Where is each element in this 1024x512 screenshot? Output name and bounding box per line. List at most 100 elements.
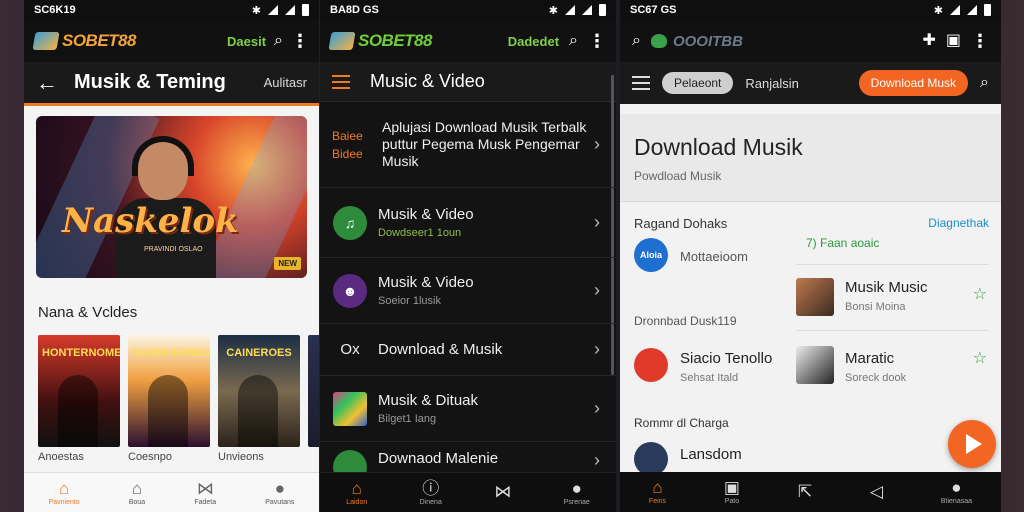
- back-arrow-icon[interactable]: ←: [36, 70, 58, 96]
- list-item[interactable]: Musik & Dituak Bilget1 Iang ›: [320, 376, 616, 442]
- poster-caption: Unvieons: [218, 451, 264, 463]
- channel-avatar[interactable]: [634, 348, 668, 382]
- list-item-title[interactable]: Siacio Tenollo: [680, 350, 772, 367]
- poster-image: DUREFIFERES: [128, 335, 210, 447]
- search-icon[interactable]: ⌕: [274, 33, 283, 49]
- poster-caption: Anoestas: [38, 451, 84, 463]
- star-icon[interactable]: ☆: [973, 348, 987, 368]
- channel-avatar[interactable]: [634, 442, 668, 476]
- list-item-title[interactable]: Lansdom: [680, 446, 742, 463]
- home-icon: ⌂: [351, 478, 362, 498]
- more-options-icon[interactable]: ⋮: [291, 32, 309, 50]
- nav-bowtie[interactable]: ⋈: [494, 483, 511, 502]
- nav-home[interactable]: ⌂ Pavniento: [49, 480, 80, 506]
- channel-avatar[interactable]: Aloia: [634, 238, 668, 272]
- menu-icon[interactable]: [632, 76, 650, 90]
- phone-screen-music-video: BA8D GS ✱ SOBET88 Dadedet ⌕ ⋮ Music & Vi…: [320, 0, 616, 512]
- bottom-navigation: ⌂ Feins ▣ Pato ⇱ ◁ ● Btienasaa: [620, 472, 1001, 512]
- wifi-icon: [967, 5, 977, 15]
- list-item[interactable]: ☻ Musik & Video Soeior 1lusik ›: [320, 258, 616, 324]
- app-logo[interactable]: SOBET88: [32, 31, 136, 51]
- header-link[interactable]: Dadedet: [508, 34, 559, 49]
- content-area: Ragand Dohaks Diagnethak Aloia Mottaeioo…: [620, 202, 1001, 502]
- filter-bar: Pelaeont Ranjalsin Download Musk ⌕: [620, 62, 1001, 104]
- menu-icon[interactable]: [332, 74, 350, 89]
- list-item-title: Musik & Dituak: [378, 392, 479, 409]
- wifi-icon: [285, 5, 295, 15]
- nav-share[interactable]: ⇱: [798, 483, 812, 502]
- nav-profile[interactable]: ● Psrenae: [564, 480, 590, 506]
- list-item[interactable]: Ox Download & Musik ›: [320, 324, 616, 376]
- app-logo[interactable]: OOOITBB: [650, 33, 743, 50]
- cast-icon[interactable]: ▣: [946, 33, 961, 49]
- video-icon: ▣: [723, 478, 740, 497]
- filter-chip[interactable]: Ranjalsin: [745, 76, 798, 91]
- star-icon[interactable]: ☆: [973, 284, 987, 304]
- nav-profile[interactable]: ● Btienasaa: [941, 479, 972, 505]
- more-options-icon[interactable]: ⋮: [588, 32, 606, 50]
- list-item-title[interactable]: Maratic: [845, 350, 894, 367]
- list-item-title[interactable]: Musik Music: [845, 279, 928, 296]
- hero-subtitle: PRAVINDI OSLAO: [144, 246, 203, 253]
- album-thumbnail[interactable]: [796, 278, 834, 316]
- bluetooth-icon: ✱: [251, 4, 261, 17]
- nav-bowtie[interactable]: ⋈ Fadeta: [194, 480, 216, 506]
- page-title: Musik & Teming: [74, 71, 226, 93]
- app-logo[interactable]: SOBET88: [328, 31, 432, 51]
- header-link[interactable]: Daesit: [227, 34, 266, 49]
- list-item-title[interactable]: Mottaeioom: [680, 249, 748, 264]
- poster-card[interactable]: HONTERNOMENDT Anoestas: [38, 335, 120, 463]
- nav-send[interactable]: ◁: [870, 483, 883, 502]
- more-options-icon[interactable]: ⋮: [971, 32, 989, 50]
- list-item-subtitle: Soeior 1lusik: [378, 295, 441, 307]
- section-title: Nana & Vcldes: [38, 304, 138, 321]
- person-icon: ●: [274, 478, 285, 498]
- hero-title: Naskelok: [62, 201, 239, 241]
- play-button[interactable]: [948, 420, 996, 468]
- share-icon: ⇱: [797, 481, 813, 501]
- list-item-title: Musik & Video: [378, 206, 474, 223]
- nav-home[interactable]: ⌂ Laidon: [346, 480, 367, 506]
- battery-icon: [302, 4, 309, 16]
- logo-mark-icon: [32, 32, 60, 50]
- poster-carousel: HONTERNOMENDT Anoestas DUREFIFERES Coesn…: [38, 335, 319, 463]
- poster-image: HONTERNOMENDT: [38, 335, 120, 447]
- app-header: SOBET88 Daesit ⌕ ⋮: [24, 20, 319, 62]
- download-button[interactable]: Download Musk: [858, 70, 969, 96]
- poster-card[interactable]: [308, 335, 319, 463]
- search-icon[interactable]: ⌕: [980, 75, 989, 91]
- list-item-title: Aplujasi Download Musik Terbalk puttur P…: [382, 119, 587, 169]
- signal-icon: [950, 5, 960, 15]
- nav-video[interactable]: ▣ Pato: [724, 479, 740, 505]
- chevron-right-icon: ›: [594, 339, 600, 359]
- list-item-title: Download & Musik: [378, 341, 503, 358]
- list-item-subtitle: Sehsat Itald: [680, 372, 739, 384]
- bluetooth-icon: ✱: [933, 4, 943, 17]
- character-avatar-icon: ☻: [333, 273, 367, 308]
- status-time: BA8D GS: [330, 4, 379, 16]
- poster-card[interactable]: CAINEROES Unvieons: [218, 335, 300, 463]
- list-item[interactable]: ♫ Musik & Video Dowdseer1 1oun ›: [320, 188, 616, 258]
- search-icon[interactable]: ⌕: [632, 33, 641, 49]
- title-tab[interactable]: Aulitasr: [264, 75, 307, 90]
- album-thumbnail[interactable]: [796, 346, 834, 384]
- info-icon: ⓘ: [422, 478, 440, 498]
- logo-mark-icon: [328, 32, 356, 50]
- battery-icon: [599, 4, 606, 16]
- nav-info[interactable]: ⓘ Dinena: [420, 480, 442, 506]
- nav-home[interactable]: ⌂ Feins: [649, 479, 666, 505]
- hero-banner[interactable]: Naskelok PRAVINDI OSLAO NEW: [36, 116, 307, 278]
- filter-chip-active[interactable]: Pelaeont: [662, 72, 734, 94]
- pin-icon[interactable]: ✚: [922, 33, 935, 49]
- nav-store[interactable]: ⌂ Boua: [129, 480, 145, 506]
- list-item-subtitle: Soreck dook: [845, 372, 907, 384]
- phone-screen-music-learning: SC6K19 ✱ SOBET88 Daesit ⌕ ⋮ ← Musik & Te…: [24, 0, 319, 512]
- search-icon[interactable]: ⌕: [569, 33, 578, 49]
- section-link[interactable]: Diagnethak: [928, 216, 989, 230]
- headphones-icon: [132, 136, 194, 176]
- poster-image: [308, 335, 319, 447]
- bowtie-icon: ⋈: [494, 482, 512, 501]
- list-item[interactable]: Baiee Bidee Aplujasi Download Musik Terb…: [320, 102, 616, 188]
- poster-card[interactable]: DUREFIFERES Coesnpo: [128, 335, 210, 463]
- nav-profile[interactable]: ● Pavutans: [265, 480, 294, 506]
